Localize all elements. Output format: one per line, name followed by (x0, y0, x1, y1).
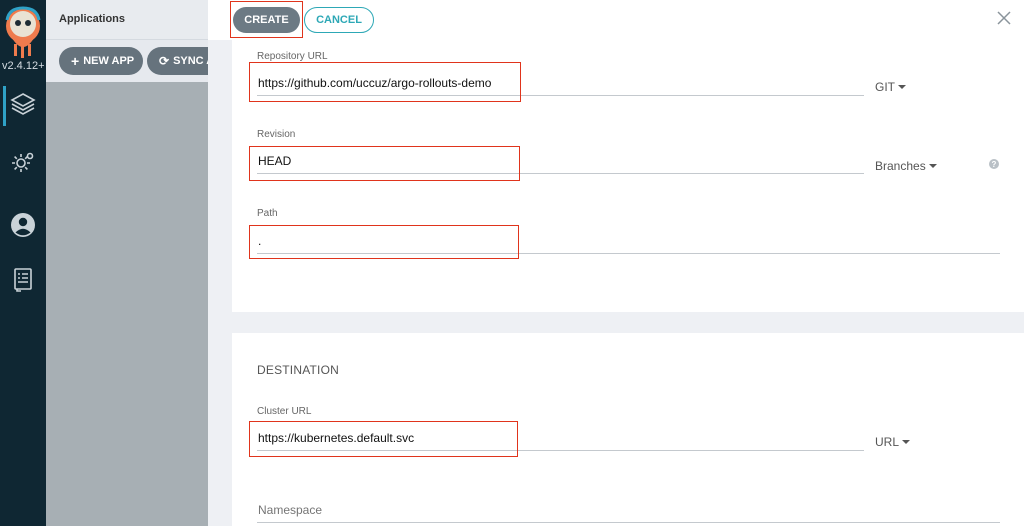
repo-url-label: Repository URL (257, 51, 328, 62)
applications-toolbar: + NEW APP ⟳ SYNC A (46, 40, 227, 82)
revision-type-value: Branches (875, 159, 926, 173)
cluster-url-label: Cluster URL (257, 406, 312, 417)
source-card: Repository URL GIT Revision Branches ? P… (232, 40, 1024, 312)
create-button[interactable]: CREATE (233, 7, 300, 33)
namespace-input[interactable] (257, 501, 1000, 523)
revision-label: Revision (257, 129, 296, 140)
help-icon[interactable]: ? (989, 159, 999, 169)
close-icon[interactable] (994, 8, 1014, 28)
repo-type-value: GIT (875, 80, 895, 94)
nav-item-user-info[interactable] (0, 205, 46, 249)
caret-down-icon (902, 440, 911, 444)
gear-icon (9, 148, 37, 181)
revision-input[interactable] (257, 152, 864, 174)
nav-item-applications[interactable] (0, 84, 46, 128)
docs-icon (9, 265, 37, 298)
path-label: Path (257, 208, 278, 219)
applications-header: Applications (46, 0, 208, 40)
destination-card: DESTINATION Cluster URL URL (232, 333, 1024, 526)
panel-header: CREATE CANCEL (208, 0, 1024, 40)
new-app-label: NEW APP (83, 55, 135, 67)
user-icon (9, 211, 37, 244)
caret-down-icon (898, 85, 906, 89)
repo-type-dropdown[interactable]: GIT (875, 80, 906, 94)
cluster-url-input[interactable] (257, 429, 864, 451)
caret-down-icon (928, 164, 937, 168)
layers-icon (9, 90, 37, 123)
nav-item-settings[interactable] (0, 142, 46, 186)
revision-type-dropdown[interactable]: Branches (875, 159, 937, 173)
create-app-panel: CREATE CANCEL Repository URL GIT Revisio… (208, 0, 1024, 526)
sync-icon: ⟳ (159, 54, 170, 68)
argo-logo-icon[interactable] (4, 6, 42, 58)
plus-icon: + (71, 53, 80, 69)
cancel-button[interactable]: CANCEL (304, 7, 374, 33)
nav-item-docs[interactable] (0, 259, 46, 303)
left-nav: v2.4.12+ (0, 0, 46, 526)
applications-overlay (46, 82, 208, 526)
path-input[interactable] (257, 232, 1000, 254)
destination-section-title: DESTINATION (257, 363, 339, 377)
cluster-type-value: URL (875, 435, 900, 449)
page-title: Applications (59, 13, 126, 25)
cluster-type-dropdown[interactable]: URL (875, 435, 911, 449)
version-label: v2.4.12+ (2, 60, 45, 72)
new-app-button[interactable]: + NEW APP (59, 47, 143, 75)
repo-url-input[interactable] (257, 74, 864, 96)
